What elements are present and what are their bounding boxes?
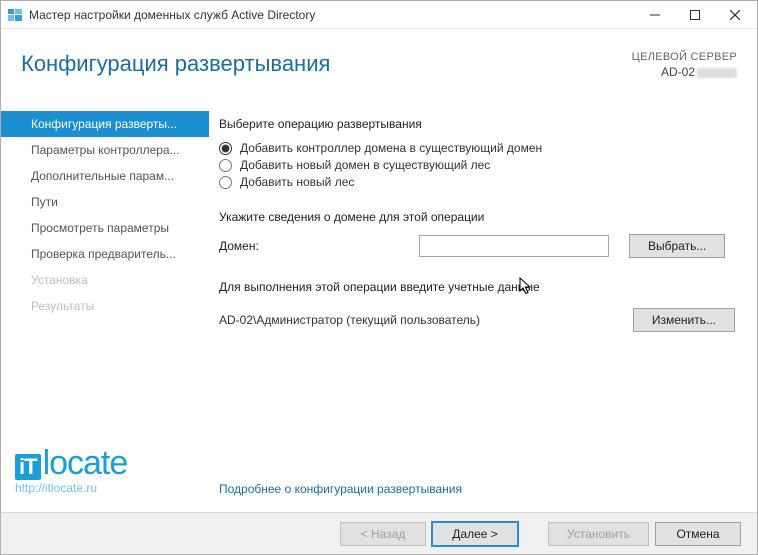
watermark-logo: iTlocate http://itlocate.ru <box>15 446 127 494</box>
window-title: Мастер настройки доменных служб Active D… <box>29 8 635 22</box>
sidebar-item-dc-options[interactable]: Параметры контроллера... <box>1 137 209 163</box>
select-button[interactable]: Выбрать... <box>629 234 725 258</box>
domain-label: Домен: <box>219 239 419 253</box>
domain-info-heading: Укажите сведения о домене для этой опера… <box>219 210 735 224</box>
app-icon <box>7 7 23 23</box>
radio-add-dc-existing-domain[interactable]: Добавить контроллер домена в существующи… <box>219 141 735 155</box>
sidebar-item-results: Результаты <box>1 293 209 319</box>
radio-add-domain-existing-forest[interactable]: Добавить новый домен в существующий лес <box>219 158 735 172</box>
domain-row: Домен: Выбрать... <box>219 234 735 258</box>
next-button[interactable]: Далее > <box>432 522 518 546</box>
credentials-heading: Для выполнения этой операции введите уче… <box>219 280 735 294</box>
sidebar-item-label: Просмотреть параметры <box>31 221 169 235</box>
radio-add-new-forest[interactable]: Добавить новый лес <box>219 175 735 189</box>
back-button: < Назад <box>340 522 426 546</box>
sidebar-item-deployment-config[interactable]: Конфигурация разверты... <box>1 111 209 137</box>
watermark-url: http://itlocate.ru <box>15 482 127 494</box>
window-controls <box>635 2 755 28</box>
operation-heading: Выберите операцию развертывания <box>219 117 735 131</box>
install-button: Установить <box>548 522 649 546</box>
header: Конфигурация развертывания ЦЕЛЕВОЙ СЕРВЕ… <box>1 29 757 111</box>
credentials-row: AD-02\Администратор (текущий пользовател… <box>219 308 735 332</box>
credentials-user: AD-02\Администратор (текущий пользовател… <box>219 313 633 327</box>
sidebar-item-prereq[interactable]: Проверка предваритель... <box>1 241 209 267</box>
radio-input[interactable] <box>219 176 232 189</box>
radio-label: Добавить новый лес <box>240 175 354 189</box>
title-bar: Мастер настройки доменных служб Active D… <box>1 1 757 29</box>
sidebar-item-label: Установка <box>31 273 88 287</box>
sidebar-item-review[interactable]: Просмотреть параметры <box>1 215 209 241</box>
footer-bar: < Назад Далее > Установить Отмена <box>1 512 757 554</box>
sidebar-item-additional[interactable]: Дополнительные парам... <box>1 163 209 189</box>
server-name-redacted <box>697 68 737 78</box>
minimize-button[interactable] <box>635 2 675 28</box>
close-button[interactable] <box>715 2 755 28</box>
watermark-prefix: iT <box>15 454 41 480</box>
radio-label: Добавить новый домен в существующий лес <box>240 158 490 172</box>
domain-input[interactable] <box>419 235 609 257</box>
sidebar-item-label: Конфигурация разверты... <box>31 117 177 131</box>
sidebar-item-label: Результаты <box>31 299 94 313</box>
sidebar-item-label: Проверка предваритель... <box>31 247 176 261</box>
radio-input[interactable] <box>219 142 232 155</box>
maximize-button[interactable] <box>675 2 715 28</box>
watermark-text: locate <box>43 446 128 480</box>
sidebar-item-label: Пути <box>31 195 58 209</box>
cancel-button[interactable]: Отмена <box>655 522 741 546</box>
sidebar-item-label: Параметры контроллера... <box>31 143 180 157</box>
target-server-box: ЦЕЛЕВОЙ СЕРВЕР AD-02 <box>632 51 737 79</box>
target-server-label: ЦЕЛЕВОЙ СЕРВЕР <box>632 51 737 63</box>
radio-label: Добавить контроллер домена в существующи… <box>240 141 542 155</box>
target-server-name: AD-02 <box>632 65 737 79</box>
more-info-link[interactable]: Подробнее о конфигурации развертывания <box>219 482 462 496</box>
page-title: Конфигурация развертывания <box>21 51 330 77</box>
content-pane: Выберите операцию развертывания Добавить… <box>209 111 757 512</box>
change-button[interactable]: Изменить... <box>633 308 735 332</box>
sidebar-item-label: Дополнительные парам... <box>31 169 174 183</box>
radio-input[interactable] <box>219 159 232 172</box>
sidebar-item-paths[interactable]: Пути <box>1 189 209 215</box>
sidebar-item-install: Установка <box>1 267 209 293</box>
